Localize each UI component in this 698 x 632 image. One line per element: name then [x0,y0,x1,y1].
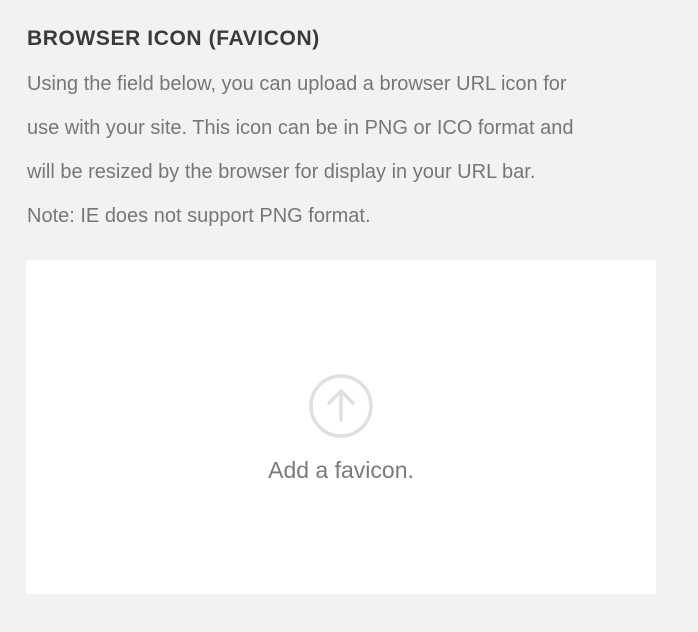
description-line: Using the field below, you can upload a … [27,73,567,95]
arrow-up-circle-icon [309,374,373,438]
description-line: use with your site. This icon can be in … [27,117,574,139]
upload-label: Add a favicon. [268,457,414,483]
favicon-upload-dropzone[interactable]: Add a favicon. [26,260,656,594]
favicon-settings-panel: BROWSER ICON (FAVICON) Using the field b… [0,0,698,632]
description-line: will be resized by the browser for displ… [27,161,536,183]
section-description: Using the field below, you can upload a … [27,62,672,238]
section-title: BROWSER ICON (FAVICON) [27,27,320,50]
description-note: Note: IE does not support PNG format. [27,205,371,227]
